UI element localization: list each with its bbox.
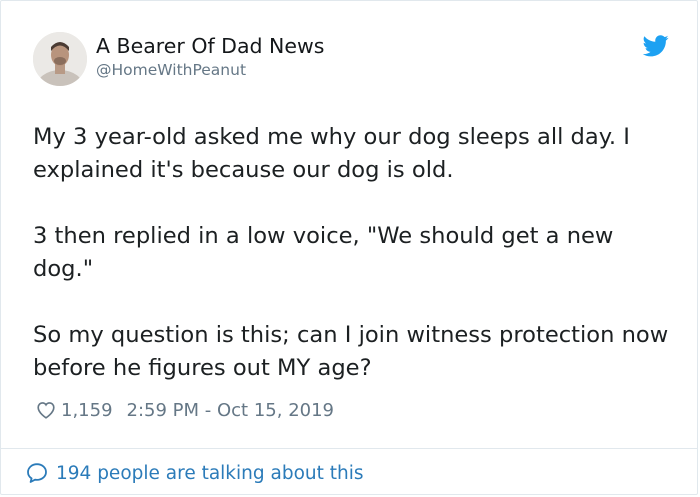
tweet-timestamp[interactable]: 2:59 PM - Oct 15, 2019 bbox=[127, 400, 334, 421]
heart-icon[interactable] bbox=[35, 399, 57, 421]
like-count[interactable]: 1,159 bbox=[61, 400, 113, 421]
tweet-body: My 3 year-old asked me why our dog sleep… bbox=[33, 124, 669, 381]
tweet-header: A Bearer Of Dad News @HomeWithPeanut bbox=[1, 1, 697, 101]
twitter-bird-icon[interactable] bbox=[642, 35, 669, 57]
speech-bubble-icon bbox=[25, 461, 49, 485]
author-handle[interactable]: @HomeWithPeanut bbox=[96, 60, 324, 80]
conversation-count-text[interactable]: 194 people are talking about this bbox=[56, 463, 364, 484]
tweet-meta: 1,159 2:59 PM - Oct 15, 2019 bbox=[35, 398, 334, 422]
author-names: A Bearer Of Dad News @HomeWithPeanut bbox=[96, 33, 324, 80]
conversation-link[interactable]: 194 people are talking about this bbox=[25, 459, 364, 487]
tweet-card: A Bearer Of Dad News @HomeWithPeanut My … bbox=[0, 0, 698, 495]
avatar[interactable] bbox=[33, 32, 87, 86]
divider bbox=[1, 448, 697, 449]
author-display-name[interactable]: A Bearer Of Dad News bbox=[96, 33, 324, 59]
